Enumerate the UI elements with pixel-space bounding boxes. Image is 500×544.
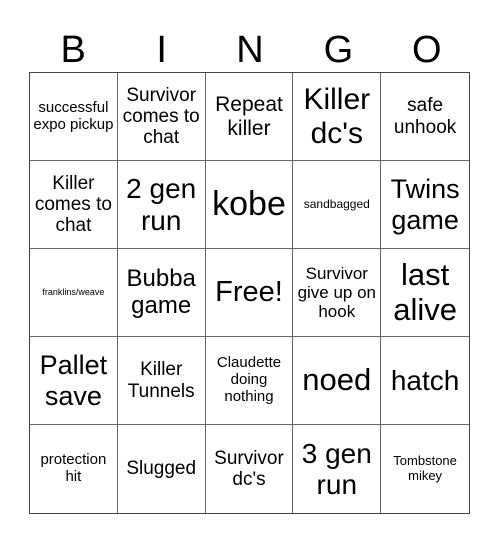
bingo-cell[interactable]: Tombstone mikey bbox=[381, 425, 469, 513]
bingo-cell[interactable]: protection hit bbox=[30, 425, 118, 513]
bingo-grid: successful expo pickup Survivor comes to … bbox=[29, 72, 470, 514]
bingo-cell[interactable]: successful expo pickup bbox=[30, 73, 118, 161]
bingo-cell[interactable]: noed bbox=[293, 337, 382, 425]
bingo-cell[interactable]: sandbagged bbox=[293, 161, 382, 249]
bingo-cell[interactable]: last alive bbox=[381, 249, 469, 337]
header-letter-i: I bbox=[156, 29, 167, 71]
bingo-header: B I N G O bbox=[29, 28, 471, 72]
bingo-cell[interactable]: Slugged bbox=[118, 425, 206, 513]
bingo-cell[interactable]: Survivor dc's bbox=[206, 425, 294, 513]
bingo-cell[interactable]: Killer Tunnels bbox=[117, 337, 206, 425]
bingo-cell[interactable]: Survivor give up on hook bbox=[293, 249, 382, 337]
header-letter-b: B bbox=[60, 29, 86, 71]
bingo-cell[interactable]: Claudette doing nothing bbox=[205, 337, 294, 425]
bingo-cell[interactable]: Survivor comes to chat bbox=[117, 73, 206, 161]
free-space-cell[interactable]: Free! bbox=[205, 249, 294, 337]
bingo-cell[interactable]: 3 gen run bbox=[293, 425, 382, 513]
header-letter-g: G bbox=[323, 29, 354, 71]
bingo-cell[interactable]: Pallet save bbox=[30, 337, 118, 425]
header-letter-n: N bbox=[236, 29, 264, 71]
bingo-cell[interactable]: Twins game bbox=[381, 161, 469, 249]
bingo-cell[interactable]: kobe bbox=[205, 161, 294, 249]
bingo-cell[interactable]: Killer dc's bbox=[293, 73, 382, 161]
bingo-cell[interactable]: Repeat killer bbox=[205, 73, 294, 161]
header-letter-o: O bbox=[412, 29, 442, 71]
bingo-cell[interactable]: Bubba game bbox=[117, 249, 206, 337]
bingo-cell[interactable]: safe unhook bbox=[381, 73, 469, 161]
bingo-cell[interactable]: Killer comes to chat bbox=[30, 161, 118, 249]
bingo-cell[interactable]: franklins/weave bbox=[30, 249, 118, 337]
bingo-cell[interactable]: hatch bbox=[381, 337, 469, 425]
bingo-cell[interactable]: 2 gen run bbox=[117, 161, 206, 249]
